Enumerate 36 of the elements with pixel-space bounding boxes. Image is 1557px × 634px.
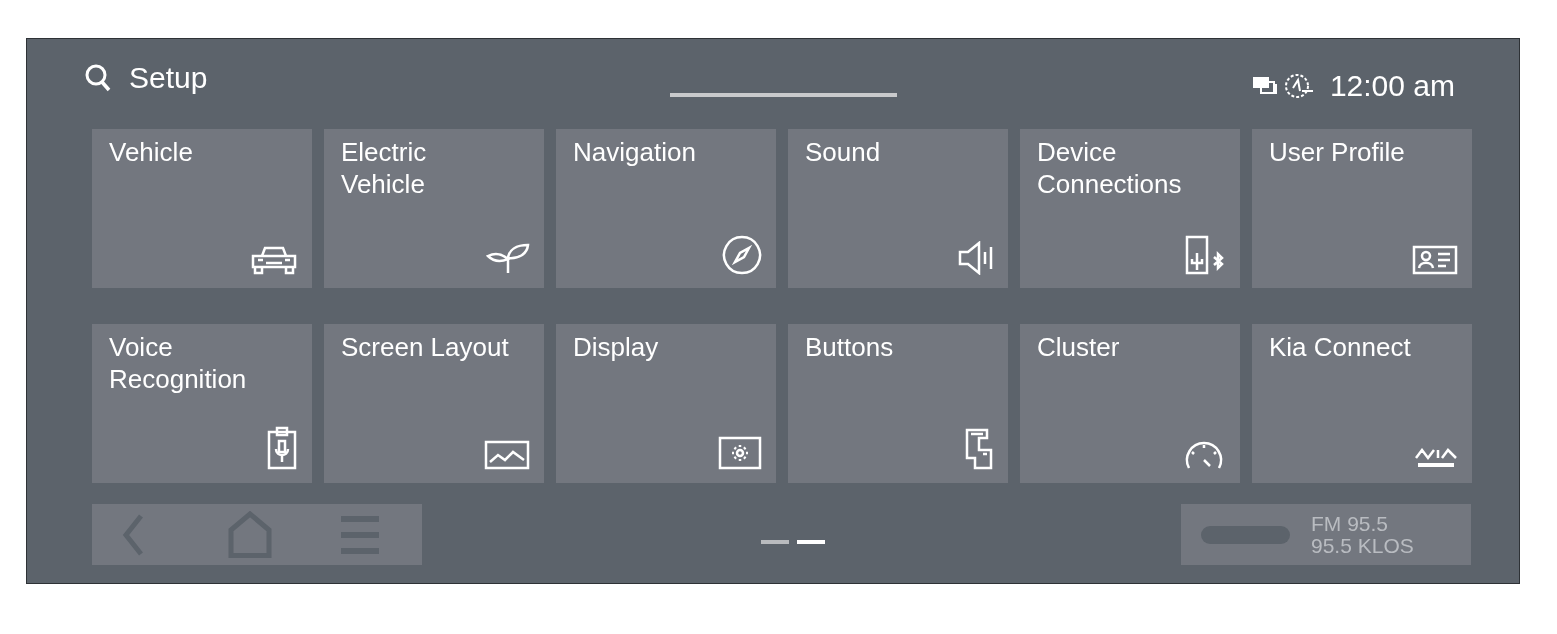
- category-tile[interactable]: Navigation: [556, 129, 776, 288]
- category-tile[interactable]: Device Connections: [1020, 129, 1240, 288]
- category-tile[interactable]: Electric Vehicle: [324, 129, 544, 288]
- drag-handle[interactable]: [670, 93, 897, 97]
- category-tile[interactable]: User Profile: [1252, 129, 1472, 288]
- frequency-label: FM 95.5: [1311, 512, 1390, 535]
- page-title: Setup: [129, 60, 208, 96]
- station-name: 95.5 KLOS: [1311, 534, 1414, 557]
- home-icon[interactable]: [228, 511, 272, 558]
- category-tile[interactable]: Cluster: [1020, 324, 1240, 483]
- speaker-icon: [958, 241, 994, 275]
- back-icon[interactable]: [122, 513, 144, 556]
- car-icon: [250, 245, 298, 275]
- monitor-sun-icon: [718, 436, 762, 470]
- picture-frame-icon: [484, 440, 530, 470]
- category-tile[interactable]: Buttons: [788, 324, 1008, 483]
- message-icon: [1251, 76, 1278, 96]
- button-press-icon: [964, 428, 994, 470]
- clock-time: 12:00 am: [1329, 68, 1455, 104]
- page-indicator[interactable]: [797, 540, 825, 544]
- leaf-icon: [486, 243, 530, 275]
- compass-icon: [722, 235, 762, 275]
- category-tile[interactable]: Vehicle: [92, 129, 312, 288]
- category-tile[interactable]: Kia Connect: [1252, 324, 1472, 483]
- category-tile[interactable]: Screen Layout: [324, 324, 544, 483]
- search-icon[interactable]: [85, 64, 111, 92]
- page-indicator[interactable]: [761, 540, 789, 544]
- radio-widget[interactable]: FM 95.5 95.5 KLOS: [1181, 504, 1471, 565]
- id-card-icon: [1412, 245, 1458, 275]
- logo-icon: [1414, 448, 1458, 470]
- category-tile[interactable]: Voice Recognition: [92, 324, 312, 483]
- clipboard-icon: [266, 426, 298, 470]
- category-tile[interactable]: Display: [556, 324, 776, 483]
- phone-icon: [1184, 235, 1226, 275]
- dashed-circle-icon: [1283, 73, 1314, 99]
- category-tile[interactable]: Sound: [788, 129, 1008, 288]
